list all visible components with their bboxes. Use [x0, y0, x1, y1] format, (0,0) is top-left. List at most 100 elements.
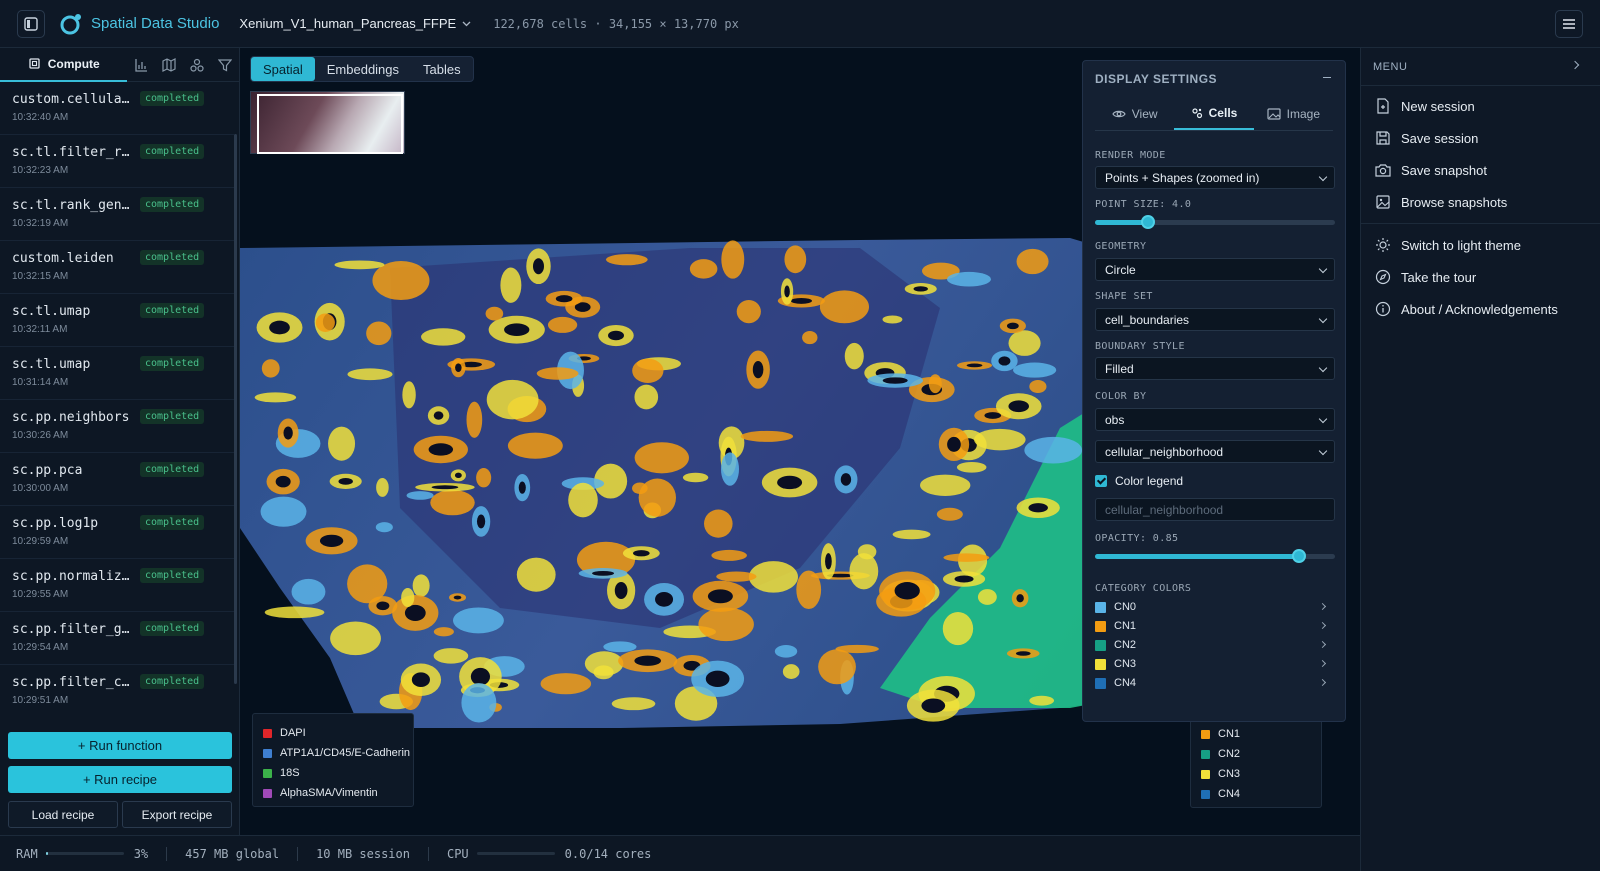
- color-swatch: [1201, 729, 1210, 739]
- history-item[interactable]: sc.tl.umap 10:32:11 AM completed: [0, 294, 234, 347]
- cell-cluster: [736, 300, 761, 324]
- load-recipe-button[interactable]: Load recipe: [8, 801, 118, 828]
- category-color-row[interactable]: CN0: [1095, 598, 1335, 616]
- color-swatch[interactable]: [1095, 639, 1106, 651]
- history-item[interactable]: custom.cellular_neighborhood 10:32:40 AM c…: [0, 82, 234, 135]
- menu-icon[interactable]: [1555, 10, 1583, 38]
- cell-cluster: [593, 665, 614, 680]
- minimize-icon[interactable]: [1323, 77, 1331, 78]
- export-recipe-button[interactable]: Export recipe: [122, 801, 232, 828]
- cell-cluster: [818, 649, 856, 685]
- status-badge: completed: [140, 462, 205, 477]
- render-mode-select[interactable]: Points + Shapes (zoomed in): [1095, 166, 1335, 189]
- status-divider: [166, 846, 168, 861]
- chevron-right-icon[interactable]: [1318, 621, 1327, 630]
- tab-compute[interactable]: Compute: [0, 48, 128, 82]
- menu-item-save-session[interactable]: Save session: [1361, 122, 1600, 154]
- chevron-down-icon: [1318, 363, 1328, 373]
- cell-cluster: [634, 442, 689, 474]
- cell-cluster: [485, 306, 504, 321]
- tab-image[interactable]: Image: [1254, 97, 1333, 130]
- tab-cells[interactable]: Cells: [1174, 97, 1254, 130]
- channel-legend: DAPI ATP1A1/CD45/E-Cadherin 18S AlphaSMA/Vi…: [252, 713, 414, 807]
- tab-embeddings[interactable]: Embeddings: [315, 57, 411, 81]
- chevron-right-icon[interactable]: [1318, 678, 1327, 687]
- history-item[interactable]: sc.pp.filter_cells 10:29:51 AM completed: [0, 665, 234, 714]
- menu-item-new-session[interactable]: New session: [1361, 90, 1600, 122]
- category-color-row[interactable]: CN3: [1095, 655, 1335, 673]
- legend-title-input[interactable]: cellular_neighborhood: [1095, 498, 1335, 521]
- color-swatch[interactable]: [1095, 601, 1106, 613]
- history-item[interactable]: sc.pp.neighbors 10:30:26 AM completed: [0, 400, 234, 453]
- bar-chart-icon[interactable]: [127, 48, 155, 82]
- menu-item-about[interactable]: About / Acknowledgements: [1361, 293, 1600, 325]
- lumen: [752, 360, 764, 379]
- cell-cluster: [892, 529, 931, 540]
- point-size-slider[interactable]: [1095, 215, 1335, 229]
- category-color-row[interactable]: CN2: [1095, 636, 1335, 654]
- history-item[interactable]: sc.tl.filter_rank_genes_groups 10:32:23 A…: [0, 135, 234, 188]
- slider-handle[interactable]: [1292, 549, 1306, 563]
- map-icon[interactable]: [155, 48, 183, 82]
- filter-icon[interactable]: [211, 48, 239, 82]
- cell-cluster: [716, 571, 757, 582]
- cell-cluster: [689, 259, 718, 279]
- tab-tables[interactable]: Tables: [411, 57, 473, 81]
- ram-meter-fill: [45, 852, 49, 855]
- history-item[interactable]: sc.pp.normalize_total 10:29:55 AM complete…: [0, 559, 234, 612]
- cell-cluster: [366, 321, 392, 346]
- history-item-name: custom.leiden: [12, 251, 114, 266]
- cpu-meter: [476, 852, 555, 855]
- history-item[interactable]: sc.tl.rank_genes_groups 10:32:19 AM comple…: [0, 188, 234, 241]
- run-recipe-button[interactable]: + Run recipe: [8, 766, 232, 793]
- history-item[interactable]: sc.pp.filter_genes 10:29:54 AM completed: [0, 612, 234, 665]
- lumen: [433, 411, 444, 420]
- overview-thumbnail[interactable]: [250, 91, 405, 154]
- color-swatch[interactable]: [1095, 658, 1106, 670]
- history-item[interactable]: sc.tl.umap 10:31:14 AM completed: [0, 347, 234, 400]
- menu-item-save-snapshot[interactable]: Save snapshot: [1361, 154, 1600, 186]
- cell-cluster: [1008, 330, 1041, 356]
- tab-spatial[interactable]: Spatial: [251, 57, 315, 81]
- chevron-right-icon[interactable]: [1318, 659, 1327, 668]
- tab-view[interactable]: View: [1095, 97, 1174, 130]
- geometry-select[interactable]: Circle: [1095, 258, 1335, 281]
- eye-icon: [1112, 110, 1126, 117]
- lumen: [431, 485, 459, 490]
- color-by-field-select[interactable]: cellular_neighborhood: [1095, 440, 1335, 463]
- color-swatch[interactable]: [1095, 677, 1106, 689]
- history-item[interactable]: custom.leiden 10:32:15 AM completed: [0, 241, 234, 294]
- lumen: [592, 570, 615, 576]
- opacity-label: OPACITY: 0.85: [1095, 533, 1179, 544]
- image-icon: [1267, 107, 1281, 120]
- history-item[interactable]: sc.pp.pca 10:30:00 AM completed: [0, 453, 234, 506]
- history-scrollbar[interactable]: [234, 134, 237, 684]
- category-color-row[interactable]: CN1: [1095, 617, 1335, 635]
- category-color-label: CN2: [1114, 639, 1137, 651]
- color-legend-checkbox[interactable]: Color legend: [1095, 474, 1183, 488]
- cell-cluster: [936, 507, 963, 521]
- sidebar-toggle-icon[interactable]: [17, 9, 45, 38]
- chevron-right-icon[interactable]: [1318, 640, 1327, 649]
- dataset-selector[interactable]: Xenium_V1_human_Pancreas_FFPE: [239, 16, 471, 31]
- color-by-select[interactable]: obs: [1095, 408, 1335, 431]
- dataset-name: Xenium_V1_human_Pancreas_FFPE: [239, 16, 457, 31]
- shapes-icon[interactable]: [183, 48, 211, 82]
- cell-cluster: [486, 379, 539, 420]
- menu-item-switch-theme[interactable]: Switch to light theme: [1361, 229, 1600, 261]
- cell-cluster: [698, 607, 754, 642]
- color-swatch: [263, 788, 272, 798]
- slider-handle[interactable]: [1140, 215, 1155, 229]
- opacity-slider[interactable]: [1095, 549, 1335, 563]
- chevron-right-icon[interactable]: [1318, 602, 1327, 611]
- menu-item-take-tour[interactable]: Take the tour: [1361, 261, 1600, 293]
- run-function-button[interactable]: + Run function: [8, 732, 232, 759]
- category-color-row[interactable]: CN4: [1095, 674, 1335, 692]
- viewport-rectangle[interactable]: [257, 94, 403, 154]
- chevron-right-icon[interactable]: [1570, 60, 1580, 70]
- shape-set-select[interactable]: cell_boundaries: [1095, 308, 1335, 331]
- history-item[interactable]: sc.pp.log1p 10:29:59 AM completed: [0, 506, 234, 559]
- color-swatch[interactable]: [1095, 620, 1106, 632]
- menu-item-browse-snapshots[interactable]: Browse snapshots: [1361, 186, 1600, 218]
- boundary-style-select[interactable]: Filled: [1095, 357, 1335, 380]
